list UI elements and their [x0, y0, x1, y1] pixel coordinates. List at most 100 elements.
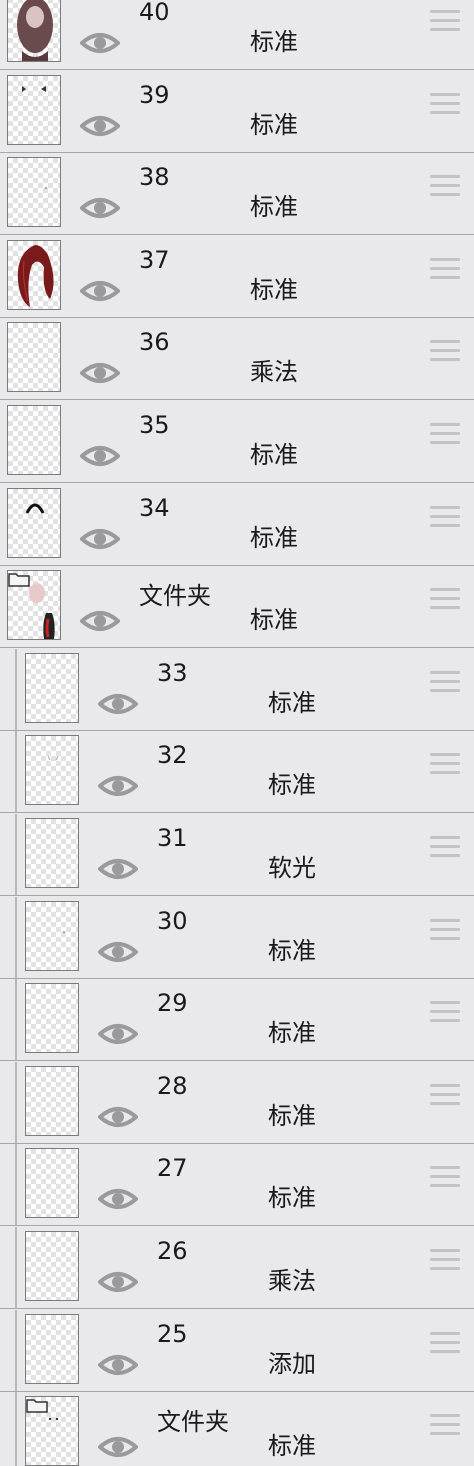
layer-thumbnail[interactable] [25, 1065, 79, 1136]
layer-thumbnail[interactable] [25, 818, 79, 888]
layer-row[interactable]: 33 标准 [0, 648, 474, 731]
layer-thumbnail[interactable] [7, 322, 61, 393]
blend-mode[interactable]: 标准 [268, 1096, 316, 1131]
visibility-eye-icon[interactable] [96, 773, 140, 799]
layer-thumbnail[interactable] [7, 0, 61, 62]
layer-row[interactable]: 25 添加 [0, 1309, 474, 1392]
blend-mode[interactable]: 标准 [268, 1178, 316, 1213]
layer-thumbnail[interactable] [7, 405, 61, 475]
drag-handle-icon[interactable] [430, 1166, 460, 1190]
drag-handle-icon[interactable] [430, 1083, 460, 1108]
drag-handle-icon[interactable] [430, 918, 460, 943]
layer-thumbnail[interactable] [25, 900, 79, 971]
visibility-eye-icon[interactable] [78, 608, 122, 634]
blend-mode[interactable]: 标准 [268, 1013, 316, 1048]
blend-mode[interactable]: 标准 [250, 187, 298, 222]
layer-row[interactable]: 31 软光 [0, 814, 474, 896]
visibility-eye-icon[interactable] [78, 30, 122, 56]
visibility-eye-icon[interactable] [96, 1434, 140, 1460]
drag-handle-icon[interactable] [430, 753, 460, 777]
blend-mode[interactable]: 标准 [250, 518, 298, 553]
layer-thumbnail[interactable] [7, 570, 61, 641]
layer-row[interactable]: 32 标准 [0, 731, 474, 814]
drag-handle-icon[interactable] [430, 257, 460, 282]
drag-handle-icon[interactable] [430, 588, 460, 612]
layer-thumbnail[interactable] [25, 1313, 79, 1384]
layer-thumbnail[interactable] [7, 74, 61, 145]
blend-mode[interactable]: 软光 [268, 848, 316, 883]
blend-mode[interactable]: 标准 [250, 600, 298, 635]
blend-mode[interactable]: 乘法 [250, 352, 298, 387]
blend-mode[interactable]: 标准 [268, 683, 316, 718]
layer-row[interactable]: 29 标准 [0, 979, 474, 1062]
layer-row[interactable]: 30 标准 [0, 896, 474, 979]
blend-mode[interactable]: 标准 [268, 765, 316, 800]
visibility-eye-icon[interactable] [78, 113, 122, 139]
layer-thumbnail[interactable] [25, 1231, 79, 1301]
layer-row[interactable]: 26 乘法 [0, 1227, 474, 1309]
layer-name: 31 [157, 824, 188, 852]
layer-thumbnail[interactable] [25, 983, 79, 1054]
layer-row[interactable]: 40 标准 [0, 0, 474, 70]
layer-name: 35 [139, 411, 170, 439]
visibility-eye-icon[interactable] [78, 278, 122, 304]
visibility-eye-icon[interactable] [78, 443, 122, 469]
drag-handle-icon[interactable] [430, 423, 460, 447]
drag-handle-icon[interactable] [430, 175, 460, 199]
drag-handle-icon[interactable] [430, 505, 460, 530]
folder-icon [26, 1399, 48, 1413]
folder-indent-line [15, 814, 17, 895]
visibility-eye-icon[interactable] [96, 1021, 140, 1047]
layer-row[interactable]: 27 标准 [0, 1144, 474, 1227]
drag-handle-icon[interactable] [430, 10, 460, 34]
layer-thumbnail[interactable] [25, 1396, 79, 1466]
layer-thumbnail[interactable] [25, 1148, 79, 1219]
visibility-eye-icon[interactable] [78, 195, 122, 221]
visibility-eye-icon[interactable] [96, 691, 140, 717]
layer-thumbnail[interactable] [7, 157, 61, 228]
layer-thumbnail[interactable] [7, 487, 61, 558]
drag-handle-icon[interactable] [430, 1001, 460, 1025]
blend-mode[interactable]: 标准 [250, 22, 298, 57]
blend-mode[interactable]: 标准 [268, 1426, 316, 1461]
visibility-eye-icon[interactable] [78, 360, 122, 386]
visibility-eye-icon[interactable] [96, 1269, 140, 1295]
layer-folder-row[interactable]: 文件夹 标准 [0, 1392, 474, 1466]
visibility-eye-icon[interactable] [96, 1104, 140, 1130]
drag-handle-icon[interactable] [430, 836, 460, 860]
layer-thumbnail[interactable] [25, 652, 79, 723]
layer-name: 28 [157, 1071, 188, 1100]
layer-name: 37 [139, 245, 170, 274]
layer-folder-row[interactable]: 文件夹 标准 [0, 566, 474, 649]
visibility-eye-icon[interactable] [96, 856, 140, 882]
layer-name: 32 [157, 741, 188, 770]
visibility-eye-icon[interactable] [78, 526, 122, 552]
visibility-eye-icon[interactable] [96, 1186, 140, 1212]
drag-handle-icon[interactable] [430, 1414, 460, 1438]
layer-name: 36 [139, 328, 170, 357]
blend-mode[interactable]: 标准 [268, 931, 316, 966]
visibility-eye-icon[interactable] [96, 939, 140, 965]
folder-icon [8, 573, 30, 587]
drag-handle-icon[interactable] [430, 340, 460, 364]
drag-handle-icon[interactable] [430, 1331, 460, 1356]
visibility-eye-icon[interactable] [96, 1352, 140, 1378]
layer-row[interactable]: 37 标准 [0, 235, 474, 318]
blend-mode[interactable]: 标准 [250, 270, 298, 305]
layer-row[interactable]: 39 标准 [0, 70, 474, 153]
layer-row[interactable]: 34 标准 [0, 483, 474, 566]
drag-handle-icon[interactable] [430, 1249, 460, 1273]
layer-thumbnail[interactable] [7, 239, 61, 310]
layer-row[interactable]: 36 乘法 [0, 318, 474, 401]
layer-name: 39 [139, 80, 170, 109]
layer-row[interactable]: 35 标准 [0, 401, 474, 483]
layer-row[interactable]: 28 标准 [0, 1061, 474, 1144]
layer-row[interactable]: 38 标准 [0, 153, 474, 236]
blend-mode[interactable]: 乘法 [268, 1261, 316, 1296]
layer-thumbnail[interactable] [25, 735, 79, 806]
blend-mode[interactable]: 标准 [250, 435, 298, 470]
blend-mode[interactable]: 标准 [250, 105, 298, 140]
drag-handle-icon[interactable] [430, 670, 460, 695]
drag-handle-icon[interactable] [430, 92, 460, 117]
blend-mode[interactable]: 添加 [268, 1344, 316, 1379]
